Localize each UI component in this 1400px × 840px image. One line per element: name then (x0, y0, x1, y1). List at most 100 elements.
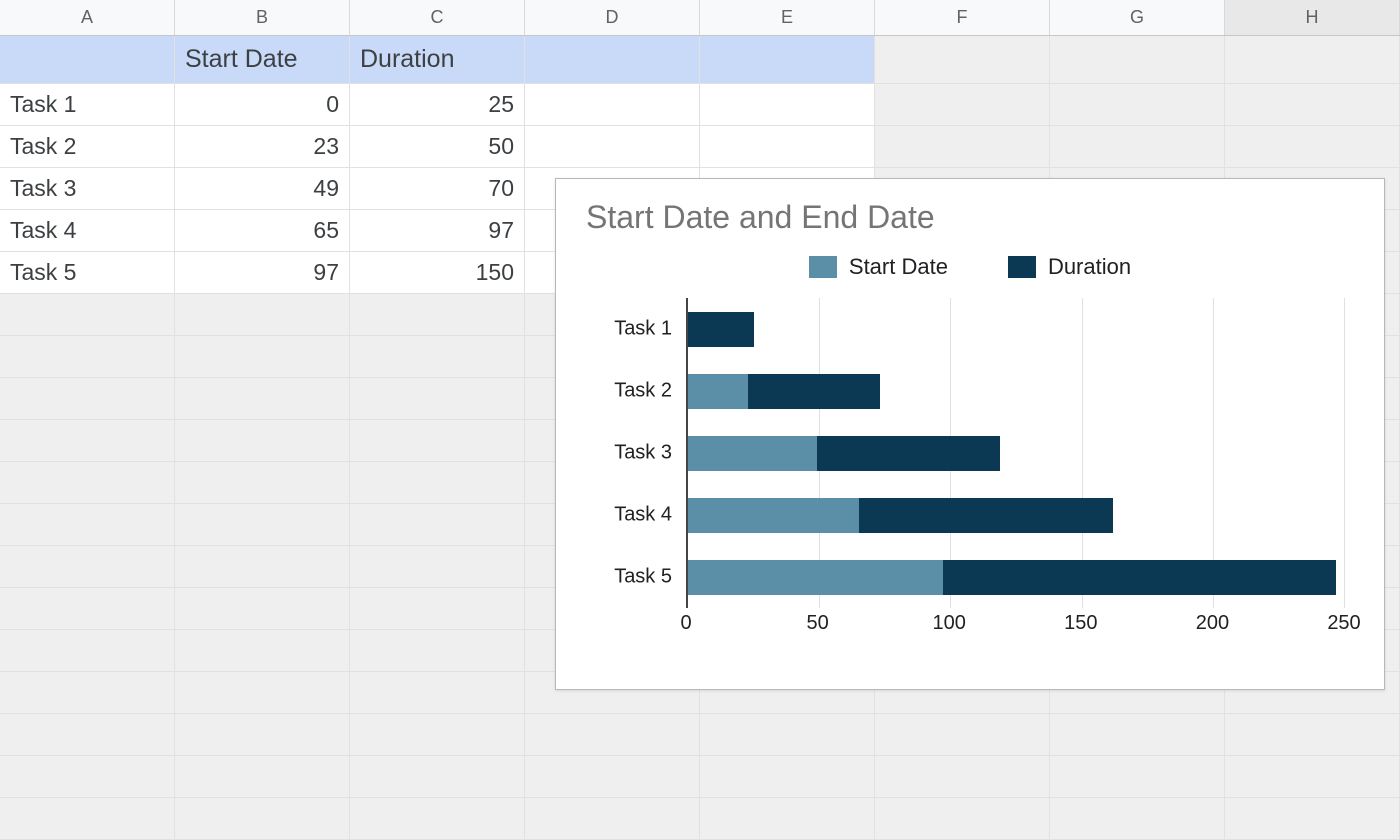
cell[interactable] (1050, 84, 1225, 126)
cell[interactable] (875, 84, 1050, 126)
cell[interactable]: 150 (350, 252, 525, 294)
cell[interactable]: Start Date (175, 36, 350, 84)
cell[interactable] (700, 714, 875, 756)
cell[interactable] (350, 798, 525, 840)
cell[interactable] (0, 672, 175, 714)
cell[interactable] (1225, 126, 1400, 168)
cell[interactable] (175, 420, 350, 462)
cell[interactable]: 97 (175, 252, 350, 294)
cell[interactable] (0, 462, 175, 504)
cell[interactable] (350, 546, 525, 588)
cell[interactable] (175, 504, 350, 546)
cell[interactable] (0, 756, 175, 798)
chart-bar-row (688, 498, 1344, 533)
chart-container[interactable]: Start Date and End Date Start Date Durat… (555, 178, 1385, 690)
column-header-B[interactable]: B (175, 0, 350, 35)
cell[interactable] (700, 36, 875, 84)
cell[interactable]: Task 5 (0, 252, 175, 294)
cell[interactable] (1050, 714, 1225, 756)
cell[interactable] (350, 672, 525, 714)
cell[interactable] (175, 672, 350, 714)
cell[interactable] (525, 714, 700, 756)
cell[interactable]: 65 (175, 210, 350, 252)
cell[interactable] (1050, 36, 1225, 84)
column-header-C[interactable]: C (350, 0, 525, 35)
cell[interactable] (175, 756, 350, 798)
cell[interactable] (350, 756, 525, 798)
cell[interactable] (0, 36, 175, 84)
cell[interactable]: 50 (350, 126, 525, 168)
column-header-F[interactable]: F (875, 0, 1050, 35)
cell[interactable]: 49 (175, 168, 350, 210)
column-header-H[interactable]: H (1225, 0, 1400, 35)
cell[interactable] (525, 798, 700, 840)
column-header-D[interactable]: D (525, 0, 700, 35)
cell[interactable] (0, 546, 175, 588)
cell[interactable] (875, 798, 1050, 840)
cell[interactable] (175, 798, 350, 840)
cell[interactable] (700, 756, 875, 798)
cell[interactable] (875, 756, 1050, 798)
cell[interactable] (175, 714, 350, 756)
cell[interactable]: 97 (350, 210, 525, 252)
cell[interactable] (175, 378, 350, 420)
cell[interactable] (350, 378, 525, 420)
cell[interactable] (1225, 798, 1400, 840)
cell[interactable]: 25 (350, 84, 525, 126)
cell[interactable] (1225, 36, 1400, 84)
cell[interactable] (1050, 798, 1225, 840)
cell[interactable] (1050, 126, 1225, 168)
cell[interactable]: Duration (350, 36, 525, 84)
cell[interactable] (875, 36, 1050, 84)
column-header-G[interactable]: G (1050, 0, 1225, 35)
cell[interactable] (525, 126, 700, 168)
cell[interactable] (350, 462, 525, 504)
cell[interactable] (0, 294, 175, 336)
cell[interactable] (875, 714, 1050, 756)
cell[interactable]: 0 (175, 84, 350, 126)
chart-bar-row (688, 374, 1344, 409)
cell[interactable] (525, 756, 700, 798)
cell[interactable] (525, 84, 700, 126)
cell[interactable] (700, 126, 875, 168)
legend-swatch-start (809, 256, 837, 278)
cell[interactable] (525, 36, 700, 84)
cell[interactable] (1225, 84, 1400, 126)
cell[interactable] (350, 588, 525, 630)
cell[interactable] (350, 714, 525, 756)
cell[interactable] (0, 378, 175, 420)
cell[interactable] (350, 630, 525, 672)
cell[interactable] (0, 714, 175, 756)
cell[interactable] (175, 588, 350, 630)
cell[interactable] (0, 504, 175, 546)
cell[interactable]: Task 4 (0, 210, 175, 252)
cell[interactable]: Task 1 (0, 84, 175, 126)
cell[interactable] (1225, 714, 1400, 756)
cell[interactable] (1225, 756, 1400, 798)
cell[interactable] (0, 420, 175, 462)
cell[interactable] (0, 588, 175, 630)
cell[interactable] (175, 462, 350, 504)
cell[interactable] (350, 504, 525, 546)
cell[interactable] (1050, 756, 1225, 798)
cell[interactable] (175, 630, 350, 672)
cell[interactable]: 70 (350, 168, 525, 210)
cell[interactable]: Task 2 (0, 126, 175, 168)
column-header-A[interactable]: A (0, 0, 175, 35)
cell[interactable] (700, 84, 875, 126)
cell[interactable] (175, 294, 350, 336)
cell[interactable] (350, 420, 525, 462)
cell[interactable] (0, 630, 175, 672)
cell[interactable] (350, 336, 525, 378)
column-header-E[interactable]: E (700, 0, 875, 35)
chart-bar-segment (943, 560, 1337, 595)
cell[interactable] (875, 126, 1050, 168)
cell[interactable] (175, 546, 350, 588)
cell[interactable] (0, 798, 175, 840)
cell[interactable] (350, 294, 525, 336)
cell[interactable] (0, 336, 175, 378)
cell[interactable]: Task 3 (0, 168, 175, 210)
cell[interactable] (700, 798, 875, 840)
cell[interactable] (175, 336, 350, 378)
cell[interactable]: 23 (175, 126, 350, 168)
